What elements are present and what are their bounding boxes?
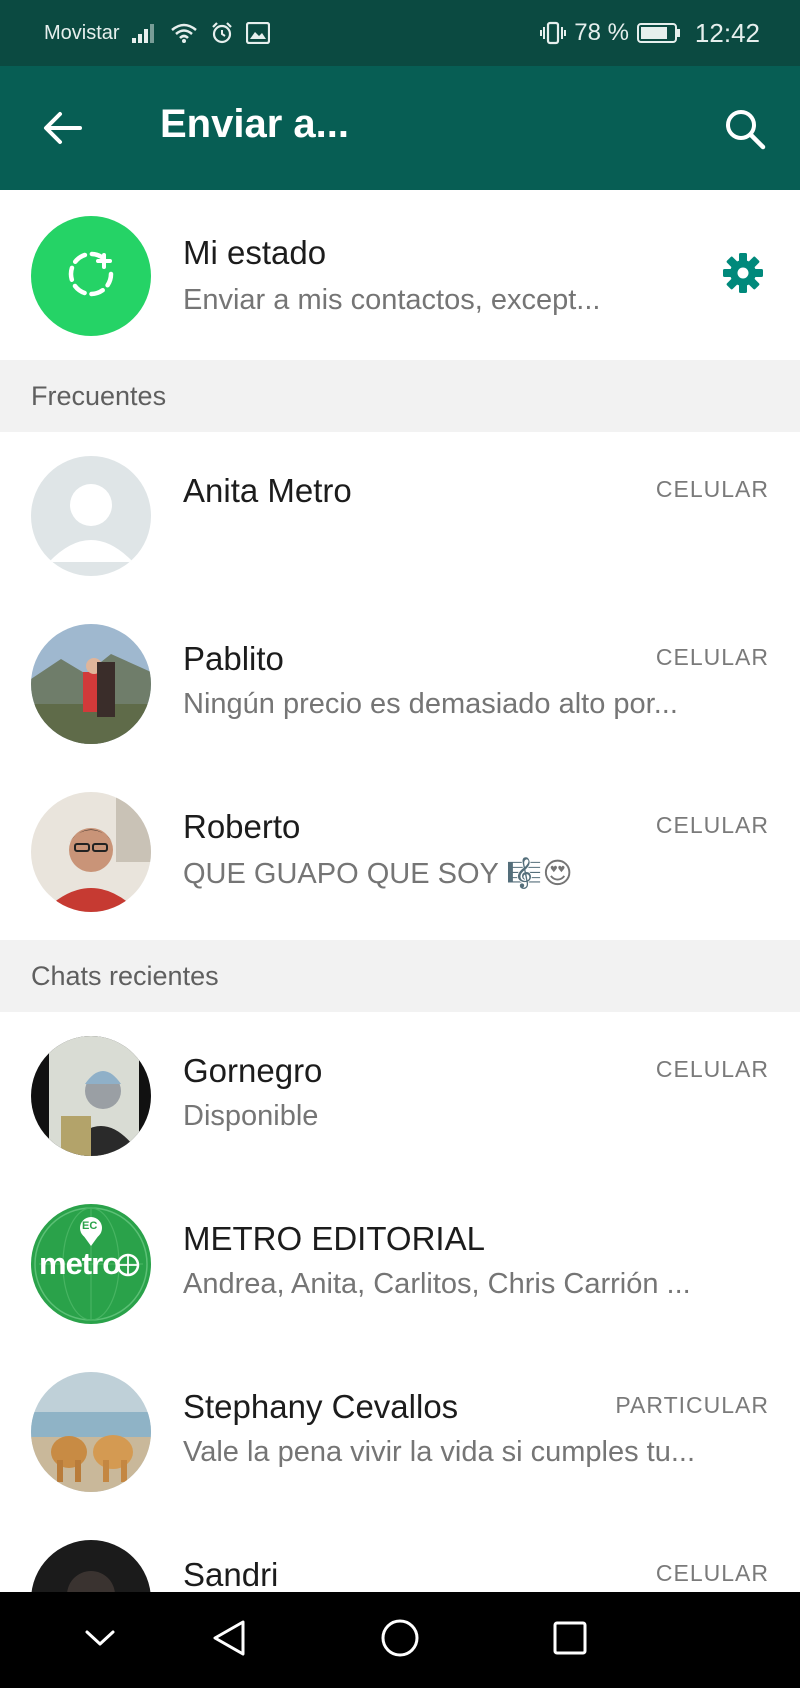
contact-type-label: CELULAR — [655, 812, 769, 838]
back-button[interactable] — [38, 106, 86, 154]
contact-type-label: CELULAR — [655, 1056, 769, 1082]
contact-name: Anita Metro — [183, 472, 352, 509]
contact-status: Vale la pena vivir la vida si cumples tu… — [183, 1436, 696, 1468]
contact-name: Roberto — [183, 808, 301, 845]
chevron-down-icon — [84, 1628, 116, 1653]
contact-status: QUE GUAPO QUE SOY 🎼😍 — [183, 858, 573, 890]
contact-name: Gornegro — [183, 1052, 323, 1089]
clock: 12:42 — [694, 17, 760, 48]
hide-nav-button[interactable] — [76, 1616, 124, 1664]
alarm-icon — [210, 21, 234, 45]
avatar-photo — [31, 624, 151, 744]
metro-logo-text: metro — [39, 1246, 121, 1281]
gear-icon — [721, 251, 765, 300]
contact-row-anita-metro[interactable]: Anita Metro CELULAR — [0, 432, 800, 600]
battery-icon — [636, 22, 681, 44]
page-title: Enviar a... — [160, 102, 349, 146]
status-privacy-button[interactable] — [718, 250, 768, 300]
contact-name: Pablito — [183, 640, 284, 677]
home-circle-icon — [379, 1617, 421, 1664]
status-add-icon — [63, 246, 119, 307]
vibrate-icon — [540, 21, 567, 45]
contact-row-pablito[interactable]: Pablito Ningún precio es demasiado alto … — [0, 600, 800, 768]
system-navigation-bar — [0, 1592, 800, 1688]
group-participants: Andrea, Anita, Carlitos, Chris Carrión .… — [183, 1268, 691, 1300]
contact-type-label: PARTICULAR — [615, 1392, 769, 1418]
status-avatar — [31, 216, 151, 336]
wifi-icon — [170, 22, 198, 44]
nav-home-button[interactable] — [376, 1616, 424, 1664]
avatar-photo — [31, 1036, 151, 1156]
app-bar: Enviar a... — [0, 66, 800, 190]
contact-status: Disponible — [183, 1100, 319, 1132]
my-status-row[interactable]: Mi estado Enviar a mis contactos, except… — [0, 190, 800, 360]
metro-logo-badge: EC — [82, 1220, 98, 1232]
contact-type-label: CELULAR — [655, 476, 769, 502]
contact-row-stephany-cevallos[interactable]: Stephany Cevallos Vale la pena vivir la … — [0, 1348, 800, 1516]
contact-status: Ningún precio es demasiado alto por... — [183, 688, 678, 720]
nav-recents-button[interactable] — [546, 1616, 594, 1664]
carrier-label: Movistar — [44, 21, 120, 44]
contact-type-label: CELULAR — [655, 644, 769, 670]
system-status-bar: Movistar 78 % 12:42 — [0, 0, 800, 66]
signal-icon — [131, 23, 158, 43]
battery-percent: 78 % — [574, 19, 629, 46]
recents-square-icon — [551, 1619, 589, 1662]
my-status-title: Mi estado — [183, 234, 327, 271]
section-header-recent: Chats recientes — [0, 940, 800, 1012]
nav-back-button[interactable] — [205, 1616, 253, 1664]
search-button[interactable] — [720, 106, 770, 156]
group-avatar-metro-logo: EC metro — [31, 1204, 151, 1324]
contact-row-roberto[interactable]: Roberto QUE GUAPO QUE SOY 🎼😍 CELULAR — [0, 768, 800, 936]
contact-name: METRO EDITORIAL — [183, 1220, 485, 1257]
avatar-default — [31, 456, 151, 576]
back-triangle-icon — [211, 1619, 247, 1662]
my-status-subtitle: Enviar a mis contactos, except... — [183, 284, 601, 316]
contact-row-gornegro[interactable]: Gornegro Disponible CELULAR — [0, 1012, 800, 1180]
avatar-photo — [31, 792, 151, 912]
contact-row-metro-editorial[interactable]: EC metro METRO EDITORIAL Andrea, Anita, … — [0, 1180, 800, 1348]
contact-name: Sandri — [183, 1556, 279, 1593]
contact-name: Stephany Cevallos — [183, 1388, 459, 1425]
contact-type-label: CELULAR — [655, 1560, 769, 1586]
section-header-frequent: Frecuentes — [0, 360, 800, 432]
gallery-icon — [245, 22, 270, 44]
avatar-photo — [31, 1372, 151, 1492]
search-icon — [724, 108, 766, 155]
arrow-back-icon — [42, 110, 82, 151]
